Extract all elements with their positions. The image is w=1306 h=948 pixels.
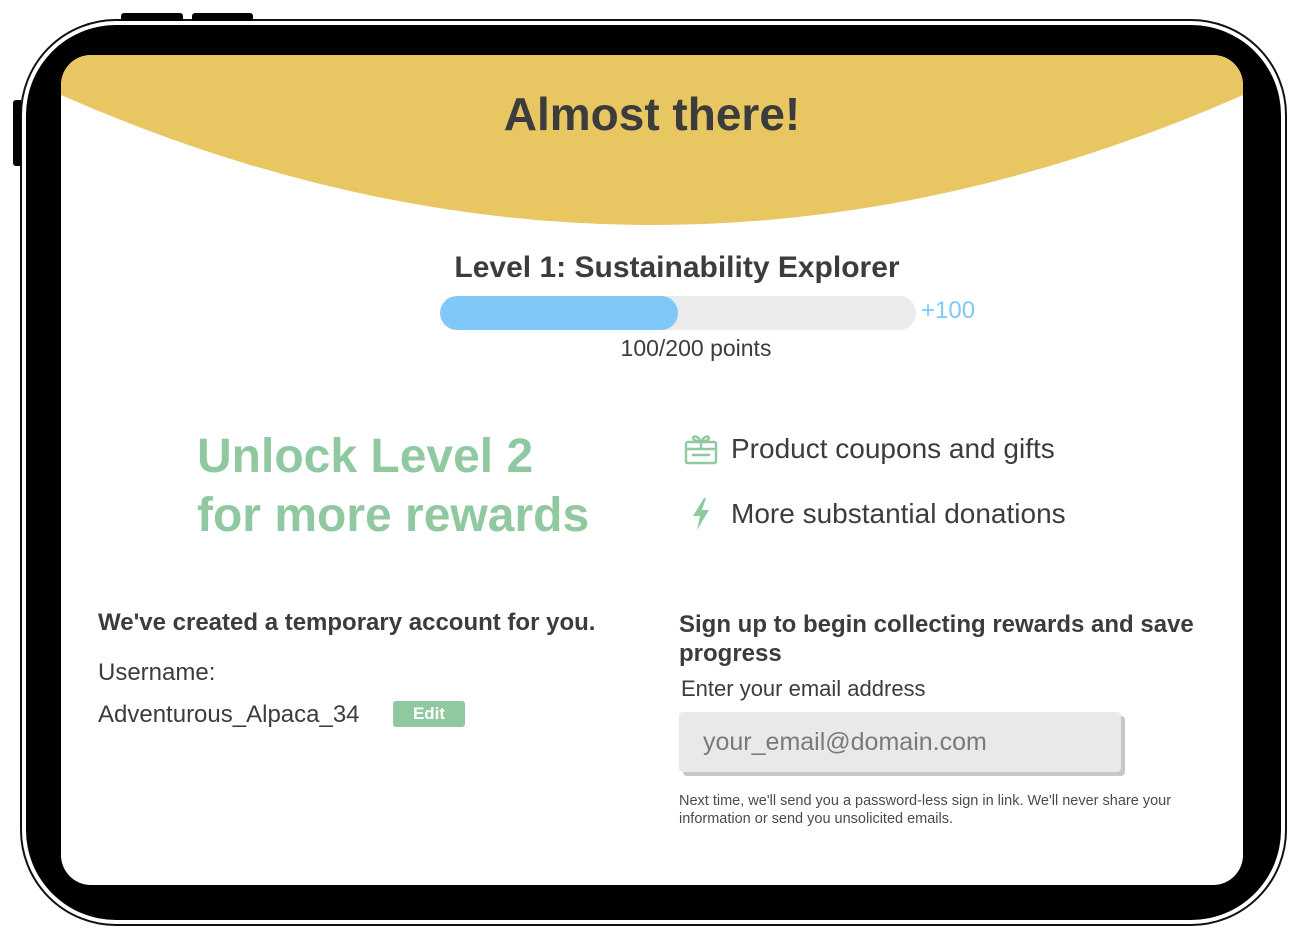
- level-progress-fill: [440, 296, 678, 330]
- username-label: Username:: [98, 659, 216, 686]
- unlock-heading: Unlock Level 2 for more rewards: [197, 427, 589, 545]
- volume-up-button: [121, 13, 183, 21]
- edit-username-button[interactable]: Edit: [393, 701, 465, 727]
- volume-down-button: [192, 13, 253, 21]
- lightning-icon: [693, 498, 709, 530]
- reward-item-donations: More substantial donations: [683, 496, 1066, 532]
- points-text: 100/200 points: [620, 335, 772, 361]
- page-title: Almost there!: [503, 88, 801, 140]
- level-progress-bar: [440, 296, 916, 330]
- email-label: Enter your email address: [681, 676, 926, 701]
- app-screen: Almost there! Level 1: Sustainability Ex…: [61, 55, 1243, 885]
- reward-item-coupons: Product coupons and gifts: [683, 431, 1055, 467]
- unlock-line-1: Unlock Level 2: [197, 430, 534, 483]
- gift-icon: [684, 435, 718, 465]
- level-title: Level 1: Sustainability Explorer: [454, 251, 900, 284]
- power-button: [13, 100, 21, 166]
- username-value: Adventurous_Alpaca_34: [98, 701, 360, 728]
- unlock-line-2: for more rewards: [197, 489, 590, 542]
- email-input[interactable]: [679, 712, 1121, 772]
- reward-label: More substantial donations: [731, 498, 1066, 529]
- signup-disclaimer: Next time, we'll send you a password-les…: [679, 793, 1172, 827]
- signup-heading: Sign up to begin collecting rewards and …: [679, 611, 1194, 667]
- bonus-points-label: +100: [921, 297, 976, 324]
- temp-account-heading: We've created a temporary account for yo…: [98, 609, 596, 636]
- reward-label: Product coupons and gifts: [731, 433, 1055, 464]
